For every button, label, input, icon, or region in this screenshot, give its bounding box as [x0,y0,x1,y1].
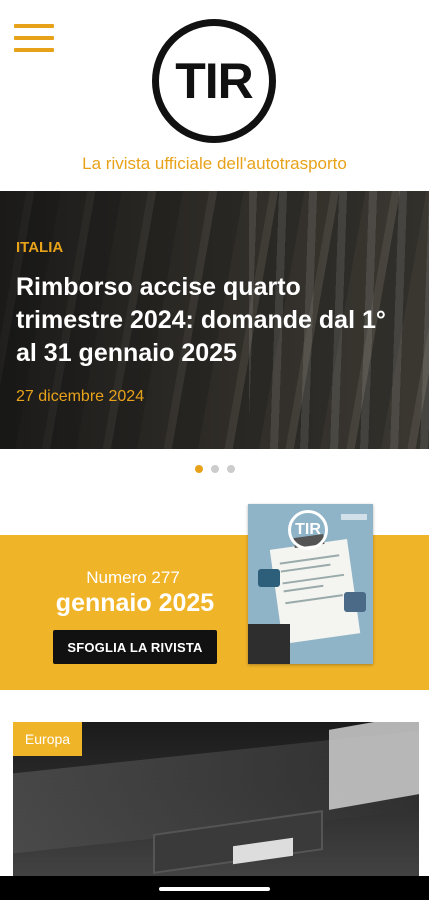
menu-bar [14,24,54,28]
article-card-tag[interactable]: Europa [13,722,82,756]
cover-logo: TIR [288,510,328,550]
toy-truck-icon [344,592,366,612]
cover-publisher-mark [341,514,367,520]
hero-category[interactable]: ITALIA [16,239,63,256]
carousel-dot-active[interactable] [194,465,203,473]
cover-line [282,573,345,585]
magazine-month: gennaio 2025 [55,589,215,617]
calculator-icon [248,624,290,664]
magazine-issue-number: Numero 277 [86,568,180,587]
tagline: La rivista ufficiale dell'autotrasporto [82,154,347,173]
hero-date: 27 dicembre 2024 [16,388,145,405]
carousel-dot[interactable] [210,465,219,473]
menu-bar [14,36,54,40]
magazine-cover[interactable]: TIR [248,504,373,664]
carousel-dot[interactable] [226,465,235,473]
cover-line [279,554,340,565]
browse-magazine-button[interactable]: SFOGLIA LA RIVISTA [53,630,217,664]
cover-line [280,563,331,573]
menu-bar [14,48,54,52]
hero-article[interactable]: ITALIA Rimborso accise quarto trimestre … [0,191,429,449]
hamburger-menu-icon[interactable] [14,22,56,54]
toy-truck-icon [258,569,280,587]
tir-logo[interactable]: TIR [152,19,276,143]
home-gesture-handle[interactable] [159,887,270,891]
carousel-indicator [0,465,429,473]
logo-text: TIR [175,53,254,109]
app-header: TIR La rivista ufficiale dell'autotraspo… [0,0,429,190]
cover-line [283,584,324,593]
cover-line [285,594,343,605]
hero-title[interactable]: Rimborso accise quarto trimestre 2024: d… [16,271,406,370]
